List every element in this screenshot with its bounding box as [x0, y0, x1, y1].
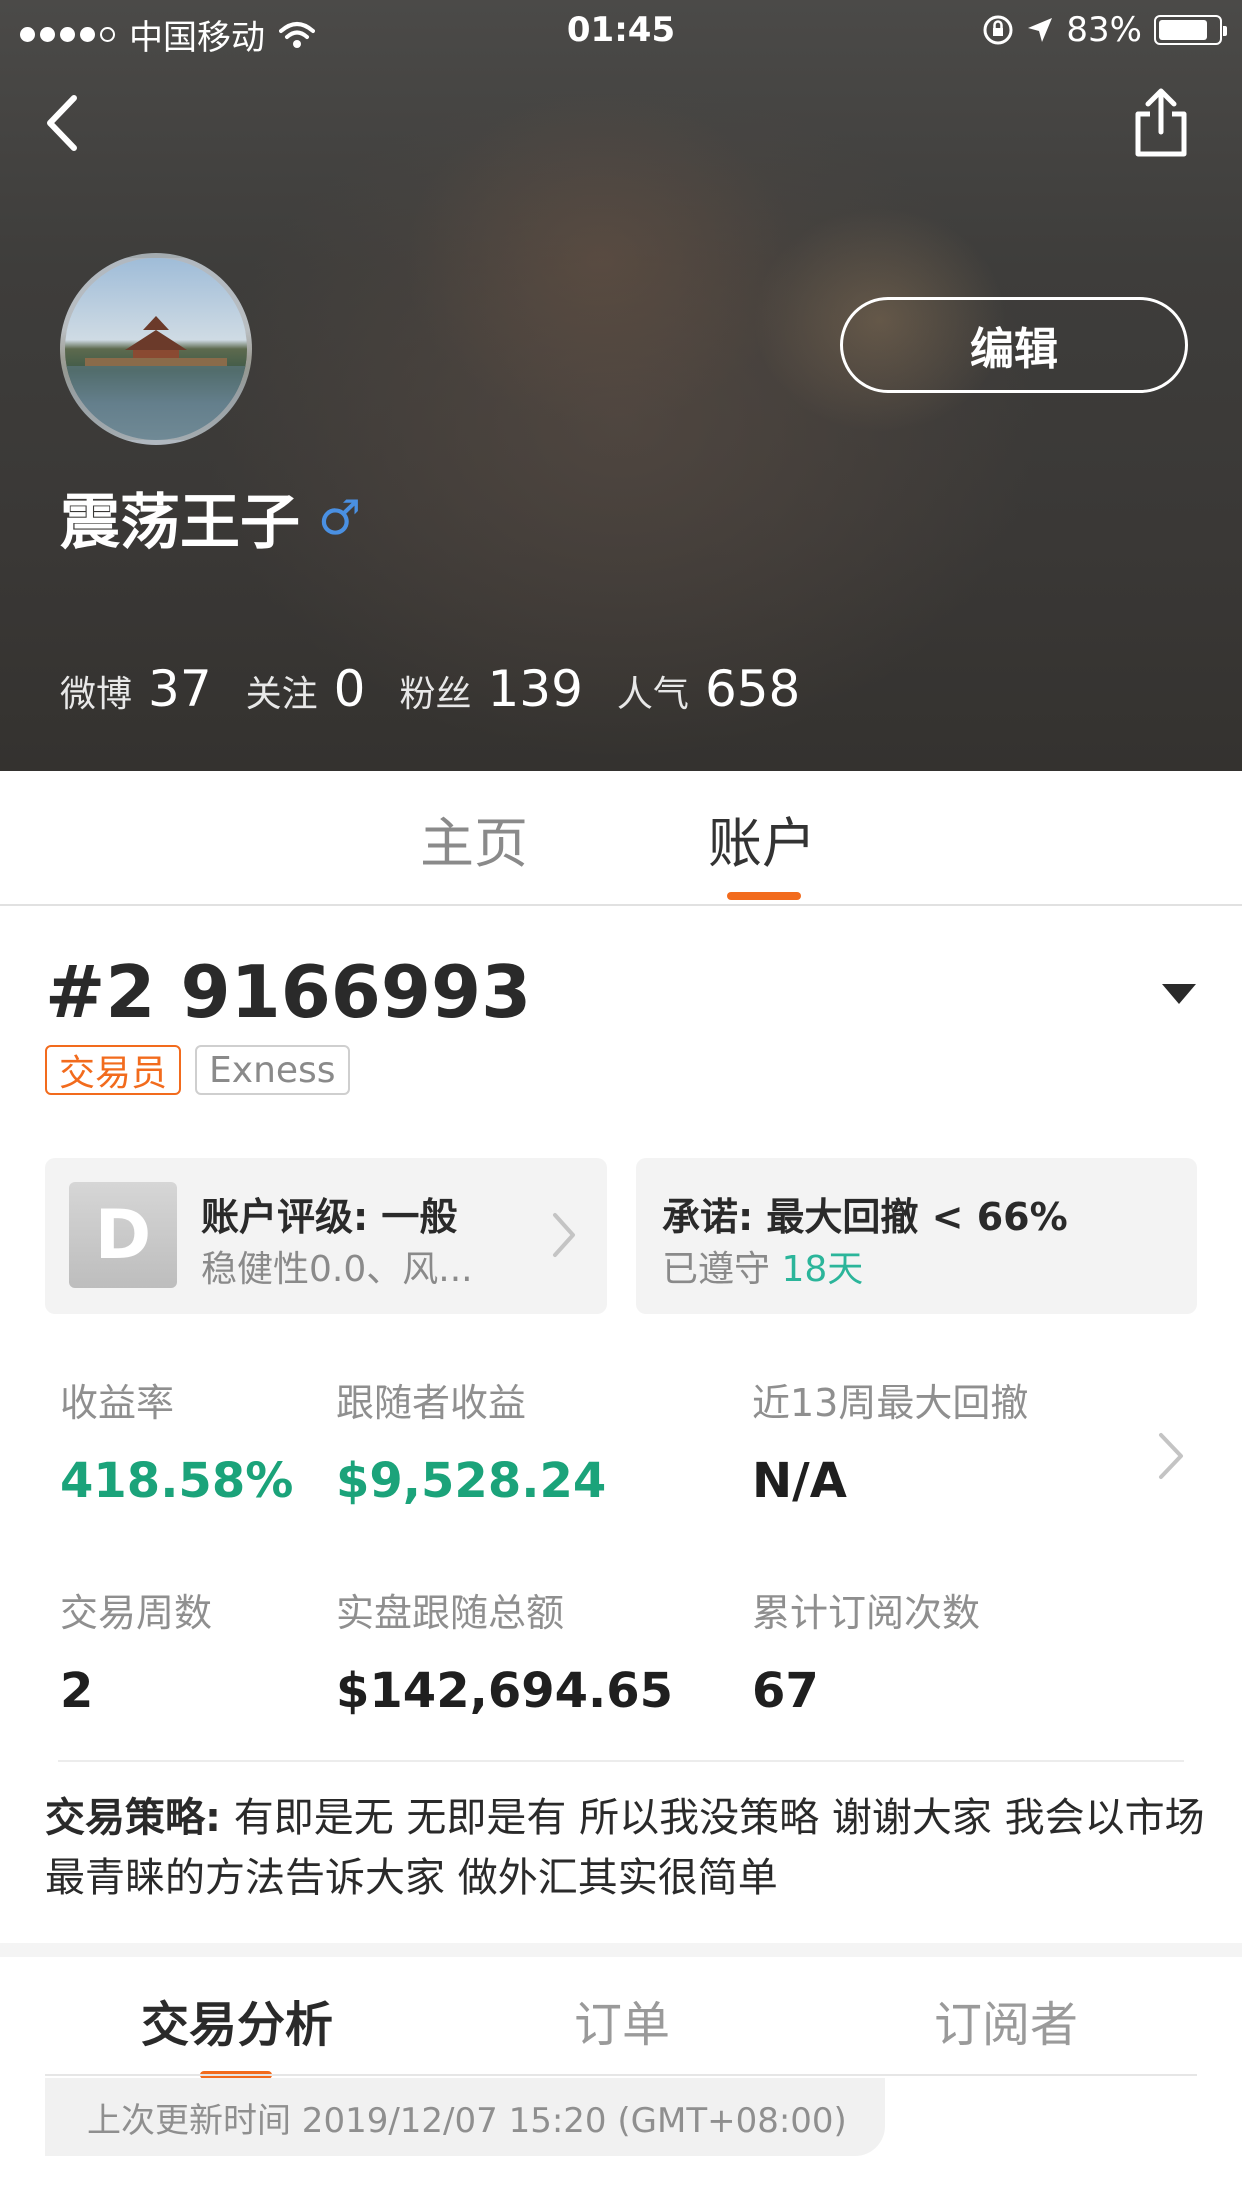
stat-popularity: 人气 658: [617, 660, 800, 718]
metric-value: $142,694.65: [336, 1663, 674, 1719]
trading-strategy: 交易策略: 有即是无 无即是有 所以我没策略 谢谢大家 我会以市场最青睐的方法告…: [45, 1788, 1205, 1908]
chevron-right-icon[interactable]: [1156, 1430, 1186, 1482]
lock-rotation-icon: [983, 15, 1013, 45]
rating-badge: D: [69, 1182, 177, 1288]
back-icon[interactable]: [36, 88, 96, 158]
stat-value: 658: [704, 660, 801, 718]
tab-subscribers[interactable]: 订阅者: [934, 1985, 1078, 2055]
stat-value: 37: [148, 660, 212, 718]
status-right: 83%: [982, 10, 1227, 50]
promise-subtitle-prefix: 已遵守: [662, 1249, 771, 1290]
battery-icon: [1154, 15, 1227, 45]
section-separator: [0, 1943, 1242, 1957]
tab-home[interactable]: 主页: [420, 799, 528, 878]
location-arrow-icon: [1028, 18, 1053, 42]
avatar-image: [65, 258, 247, 440]
stat-fans[interactable]: 粉丝 139: [399, 660, 582, 718]
tab-trade-analysis[interactable]: 交易分析: [141, 1985, 333, 2055]
edit-profile-button[interactable]: 编辑: [840, 297, 1188, 393]
role-tag: 交易员: [45, 1045, 182, 1095]
metric-label: 近13周最大回撤: [752, 1381, 1029, 1425]
metric-subscription-count: 累计订阅次数 67: [752, 1582, 980, 1719]
last-update-time: 上次更新时间 2019/12/07 15:20 (GMT+08:00): [45, 2078, 885, 2156]
stat-label: 微博: [60, 674, 133, 715]
tab-account[interactable]: 账户: [708, 799, 816, 878]
metric-label: 实盘跟随总额: [336, 1591, 565, 1635]
stat-value: 139: [487, 660, 583, 718]
metric-follower-profit: 跟随者收益 $9,528.24: [336, 1372, 606, 1509]
status-bar: 中国移动 01:45 83%: [0, 0, 1242, 62]
stat-value: 0: [333, 660, 366, 718]
chevron-right-icon: [553, 1213, 575, 1257]
metric-value: 418.58%: [60, 1453, 294, 1509]
promise-title: 承诺: 最大回撤 < 66%: [662, 1195, 1068, 1239]
username: 震荡王子: [60, 488, 300, 558]
metric-label: 收益率: [60, 1381, 175, 1425]
metric-value: $9,528.24: [336, 1453, 607, 1509]
promise-subtitle: 已遵守 18天: [662, 1240, 863, 1292]
metric-label: 累计订阅次数: [752, 1591, 981, 1635]
rating-subtitle: 稳健性0.0、风...: [201, 1249, 473, 1290]
rating-title: 账户评级: 一般: [201, 1195, 458, 1239]
stat-label: 粉丝: [399, 674, 472, 715]
stat-weibo[interactable]: 微博 37: [60, 660, 212, 718]
broker-tag: Exness: [195, 1045, 350, 1095]
male-icon: ♂: [318, 489, 362, 546]
username-row: 震荡王子 ♂: [60, 474, 361, 561]
strategy-label: 交易策略:: [45, 1795, 221, 1841]
subtabs-divider: [45, 2074, 1197, 2076]
stat-label: 关注: [245, 674, 318, 715]
battery-percent: 83%: [1066, 10, 1142, 50]
profile-stats: 微博 37 关注 0 粉丝 139 人气 658: [60, 660, 834, 718]
stat-label: 人气: [616, 674, 689, 715]
analysis-tabs: 交易分析 订单 订阅者: [0, 1957, 1242, 2079]
dropdown-triangle-icon[interactable]: [1160, 982, 1198, 1006]
metric-label: 交易周数: [60, 1591, 213, 1635]
divider: [58, 1760, 1184, 1762]
stat-following[interactable]: 关注 0: [246, 660, 366, 718]
account-id: #2 9166993: [45, 950, 532, 1034]
metric-total-follow-amount: 实盘跟随总额 $142,694.65: [336, 1582, 673, 1719]
metric-label: 跟随者收益: [336, 1381, 527, 1425]
promise-days: 18天: [781, 1249, 864, 1290]
metric-value: 67: [752, 1663, 819, 1719]
main-tabs: 主页 账户: [0, 771, 1242, 906]
account-rating-card[interactable]: D 账户评级: 一般 稳健性0.0、风...: [45, 1158, 607, 1314]
metric-return-rate: 收益率 418.58%: [60, 1372, 293, 1509]
tab-orders[interactable]: 订单: [574, 1985, 670, 2055]
avatar[interactable]: [60, 253, 252, 445]
metric-value: 2: [60, 1663, 94, 1719]
share-icon[interactable]: [1128, 86, 1194, 160]
metric-value: N/A: [752, 1453, 847, 1509]
metric-max-drawdown[interactable]: 近13周最大回撤 N/A: [752, 1372, 1028, 1509]
active-tab-indicator: [727, 892, 801, 900]
account-tags: 交易员 Exness: [45, 1045, 350, 1095]
promise-card: 承诺: 最大回撤 < 66% 已遵守 18天: [636, 1158, 1197, 1314]
metric-trading-weeks: 交易周数 2: [60, 1582, 212, 1719]
profile-header: 中国移动 01:45 83% 编辑 震荡王子 ♂ 微博 37 关注 0 粉丝 1…: [0, 0, 1242, 771]
